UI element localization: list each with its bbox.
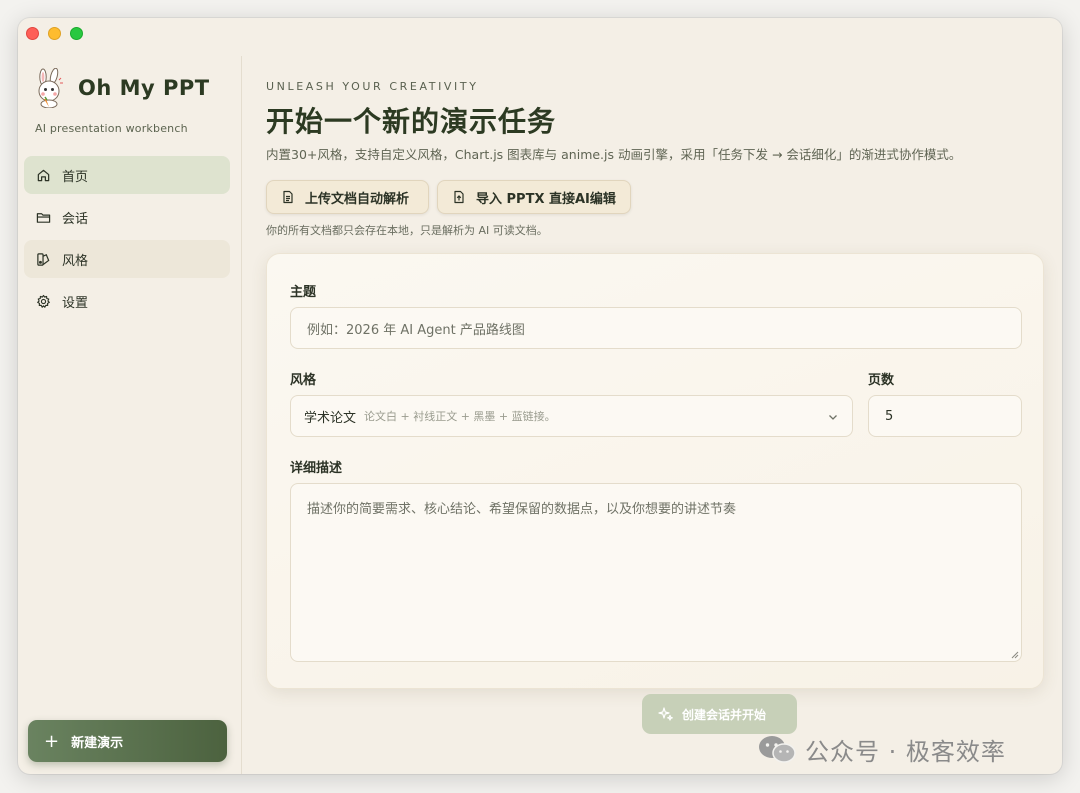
sidebar-item-settings[interactable]: 设置 bbox=[24, 282, 230, 320]
detail-placeholder: 描述你的简要需求、核心结论、希望保留的数据点，以及你想要的讲述节奏 bbox=[307, 502, 737, 517]
sidebar-item-label: 风格 bbox=[62, 253, 89, 269]
topic-input[interactable]: 例如：2026 年 AI Agent 产品路线图 bbox=[290, 307, 1022, 349]
style-select[interactable]: 学术论文 论文白 + 衬线正文 + 黑墨 + 蓝链接。 bbox=[290, 395, 853, 437]
folder-icon bbox=[36, 212, 51, 223]
main-content: UNLEASH YOUR CREATIVITY 开始一个新的演示任务 内置30+… bbox=[266, 56, 1062, 774]
home-icon bbox=[37, 169, 50, 181]
import-pptx-button[interactable]: 导入 PPTX 直接AI编辑 bbox=[437, 180, 631, 214]
document-icon bbox=[283, 190, 293, 204]
page-title: 开始一个新的演示任务 bbox=[266, 105, 557, 138]
style-description: 论文白 + 衬线正文 + 黑墨 + 蓝链接。 bbox=[364, 410, 556, 423]
pages-value: 5 bbox=[885, 408, 894, 424]
brand-name: Oh My PPT bbox=[78, 76, 210, 100]
resize-handle-icon[interactable] bbox=[1010, 650, 1019, 659]
page-subtitle: 内置30+风格，支持自定义风格，Chart.js 图表库与 anime.js 动… bbox=[266, 147, 962, 162]
topic-label: 主题 bbox=[290, 285, 317, 300]
sidebar-item-label: 首页 bbox=[62, 169, 89, 185]
minimize-window-button[interactable] bbox=[48, 27, 61, 40]
style-label: 风格 bbox=[290, 373, 317, 388]
create-session-label: 创建会话并开始 bbox=[682, 707, 767, 722]
watermark-text: 公众号 · 极客效率 bbox=[805, 737, 1006, 766]
sidebar-nav: 首页 会话 风格 设置 bbox=[24, 156, 230, 324]
zoom-window-button[interactable] bbox=[70, 27, 83, 40]
app-window: Oh My PPT AI presentation workbench 首页 会… bbox=[18, 18, 1062, 774]
create-session-button[interactable]: 创建会话并开始 bbox=[642, 694, 797, 734]
brand: Oh My PPT bbox=[32, 68, 210, 108]
bunny-logo-icon bbox=[38, 68, 63, 108]
sidebar-item-label: 设置 bbox=[62, 295, 89, 311]
upload-document-label: 上传文档自动解析 bbox=[305, 191, 410, 207]
storage-note: 你的所有文档都只会存在本地，只是解析为 AI 可读文档。 bbox=[266, 224, 548, 237]
task-form-card: 主题 例如：2026 年 AI Agent 产品路线图 风格 学术论文 论文白 … bbox=[266, 253, 1044, 689]
style-selected-value: 学术论文 bbox=[304, 410, 357, 426]
style-icon bbox=[37, 252, 50, 266]
new-presentation-label: 新建演示 bbox=[71, 735, 124, 751]
eyebrow-text: UNLEASH YOUR CREATIVITY bbox=[266, 80, 479, 93]
wechat-icon bbox=[759, 736, 796, 763]
pages-label: 页数 bbox=[868, 373, 895, 388]
plus-icon: + bbox=[44, 730, 60, 752]
sidebar-item-label: 会话 bbox=[62, 211, 89, 227]
detail-textarea[interactable]: 描述你的简要需求、核心结论、希望保留的数据点，以及你想要的讲述节奏 bbox=[290, 483, 1022, 662]
upload-document-button[interactable]: 上传文档自动解析 bbox=[266, 180, 429, 214]
sparkle-icon bbox=[658, 707, 673, 721]
file-upload-icon bbox=[454, 190, 464, 204]
brand-subtitle: AI presentation workbench bbox=[35, 122, 188, 135]
gear-icon bbox=[37, 294, 50, 308]
pages-input[interactable]: 5 bbox=[868, 395, 1022, 437]
title-bar bbox=[18, 18, 1062, 52]
sidebar-item-sessions[interactable]: 会话 bbox=[24, 198, 230, 236]
sidebar: Oh My PPT AI presentation workbench 首页 会… bbox=[18, 56, 242, 774]
watermark: 公众号 · 极客效率 bbox=[757, 731, 1006, 767]
sidebar-item-home[interactable]: 首页 bbox=[24, 156, 230, 194]
import-pptx-label: 导入 PPTX 直接AI编辑 bbox=[476, 191, 616, 207]
sidebar-item-styles[interactable]: 风格 bbox=[24, 240, 230, 278]
close-window-button[interactable] bbox=[26, 27, 39, 40]
new-presentation-button[interactable]: + 新建演示 bbox=[28, 720, 227, 762]
topic-placeholder: 例如：2026 年 AI Agent 产品路线图 bbox=[307, 322, 525, 338]
detail-label: 详细描述 bbox=[290, 461, 343, 476]
chevron-down-icon bbox=[829, 415, 837, 420]
